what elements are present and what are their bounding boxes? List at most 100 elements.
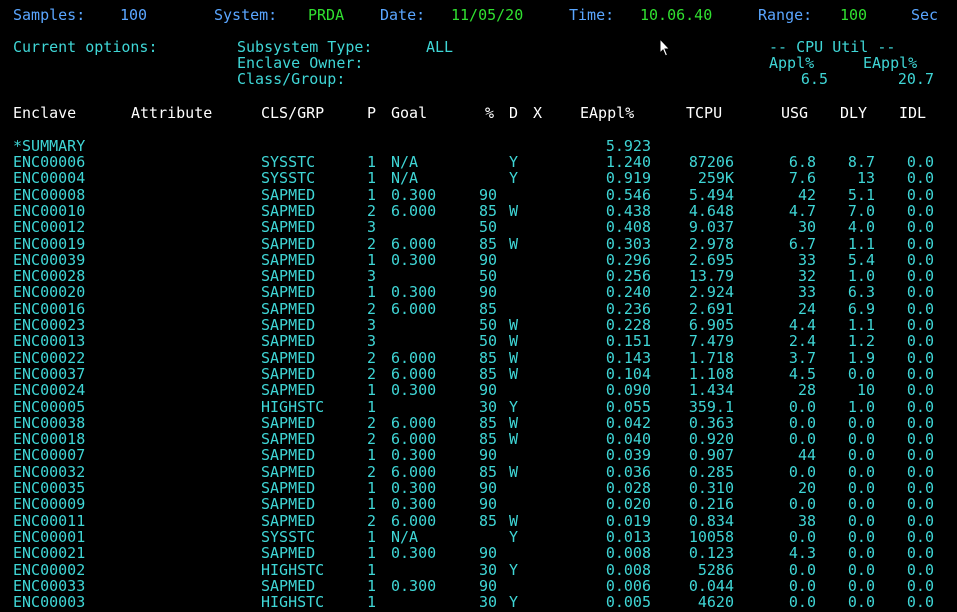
enclave-name[interactable]: ENC00013 — [13, 332, 85, 350]
period: 3 — [367, 218, 377, 236]
goal-pct: 50 — [478, 218, 497, 236]
enclave-name[interactable]: ENC00009 — [13, 495, 85, 513]
dly: 0.0 — [847, 446, 875, 464]
goal: 0.300 — [391, 577, 437, 595]
usg: 0.0 — [788, 593, 816, 611]
sec-label: Sec — [911, 6, 939, 24]
dly: 0.0 — [847, 544, 875, 562]
tcpu: 259K — [697, 169, 734, 187]
goal-pct: 30 — [478, 593, 497, 611]
usg: 4.3 — [788, 544, 816, 562]
usg: 33 — [797, 283, 816, 301]
goal: 6.000 — [391, 202, 437, 220]
col-attribute[interactable]: Attribute — [131, 104, 212, 122]
goal: 0.300 — [391, 495, 437, 513]
enclave-name[interactable]: ENC00020 — [13, 283, 85, 301]
col-goal[interactable]: Goal — [391, 104, 427, 122]
dly: 4.0 — [847, 218, 875, 236]
tcpu: 0.123 — [688, 544, 734, 562]
enclave-name[interactable]: ENC00021 — [13, 544, 85, 562]
goal: 0.300 — [391, 251, 437, 269]
enclave-name[interactable]: ENC00003 — [13, 593, 85, 611]
delay-flag: W — [509, 235, 519, 253]
cls-grp: SAPMED — [261, 544, 316, 562]
col-x[interactable]: X — [533, 104, 542, 122]
goal-pct: 90 — [478, 495, 497, 513]
system-value: PRDA — [308, 6, 345, 24]
dly: 0.0 — [847, 593, 875, 611]
cls-grp: SAPMED — [261, 332, 316, 350]
tcpu: 4620 — [697, 593, 734, 611]
dly: 1.2 — [847, 332, 875, 350]
goal-pct: 50 — [478, 332, 497, 350]
usg: 0.0 — [788, 495, 816, 513]
cls-grp: SAPMED — [261, 446, 316, 464]
eappl-pct: 0.008 — [605, 544, 651, 562]
col-cls-grp[interactable]: CLS/GRP — [261, 104, 324, 122]
eappl-pct: 0.151 — [605, 332, 651, 350]
delay-flag: W — [509, 365, 519, 383]
eappl-pct: 0.240 — [605, 283, 651, 301]
goal: 0.300 — [391, 381, 437, 399]
delay-flag: W — [509, 202, 519, 220]
current-options-label: Current options: — [13, 38, 158, 56]
appl-pct-value: 6.5 — [800, 70, 828, 88]
col-tcpu[interactable]: TCPU — [686, 104, 722, 122]
tcpu: 0.907 — [688, 446, 734, 464]
range-value: 100 — [840, 6, 868, 24]
enclave-name[interactable]: ENC00024 — [13, 381, 85, 399]
col-p[interactable]: P — [367, 104, 376, 122]
usg: 30 — [797, 218, 816, 236]
idl: 0.0 — [906, 169, 934, 187]
col-idl[interactable]: IDL — [899, 104, 926, 122]
idl: 0.0 — [906, 593, 934, 611]
usg: 7.6 — [788, 169, 816, 187]
samples-label: Samples: — [13, 6, 86, 24]
dly: 6.3 — [847, 283, 875, 301]
usg: 2.4 — [788, 332, 816, 350]
range-label: Range: — [758, 6, 813, 24]
eappl-pct: 0.090 — [605, 381, 651, 399]
eappl-pct: 0.919 — [605, 169, 651, 187]
eappl-pct-value: 20.7 — [897, 70, 934, 88]
goal-pct: 85 — [478, 512, 497, 530]
enclave-name[interactable]: ENC00012 — [13, 218, 85, 236]
delay-flag: W — [509, 430, 519, 448]
eappl-pct: 0.005 — [605, 593, 651, 611]
cls-grp: SAPMED — [261, 283, 316, 301]
delay-flag: Y — [509, 561, 519, 579]
col-pct[interactable]: % — [485, 104, 494, 122]
eappl-pct: 0.408 — [605, 218, 651, 236]
col-dly[interactable]: DLY — [840, 104, 867, 122]
enclave-name[interactable]: ENC00004 — [13, 169, 85, 187]
goal: 0.300 — [391, 544, 437, 562]
eappl-pct: 0.039 — [605, 446, 651, 464]
idl: 0.0 — [906, 495, 934, 513]
goal: 0.300 — [391, 446, 437, 464]
col-usg[interactable]: USG — [781, 104, 808, 122]
subsystem-type-value[interactable]: ALL — [426, 38, 453, 56]
idl: 0.0 — [906, 218, 934, 236]
idl: 0.0 — [906, 283, 934, 301]
goal-pct: 90 — [478, 544, 497, 562]
delay-flag: Y — [509, 169, 519, 187]
period: 1 — [367, 544, 377, 562]
col-d[interactable]: D — [509, 104, 518, 122]
col-eappl[interactable]: EAppl% — [580, 104, 634, 122]
time-label: Time: — [569, 6, 615, 24]
usg: 44 — [797, 446, 816, 464]
cls-grp: SYSSTC — [261, 169, 316, 187]
usg: 28 — [797, 381, 816, 399]
enclave-name[interactable]: ENC00007 — [13, 446, 85, 464]
period: 1 — [367, 593, 377, 611]
time-value: 10.06.40 — [640, 6, 713, 24]
goal: N/A — [391, 169, 419, 187]
goal: 0.300 — [391, 283, 437, 301]
period: 1 — [367, 169, 377, 187]
idl: 0.0 — [906, 544, 934, 562]
eappl-pct: 0.020 — [605, 495, 651, 513]
col-enclave[interactable]: Enclave — [13, 104, 76, 122]
date-label: Date: — [380, 6, 426, 24]
goal: 6.000 — [391, 300, 437, 318]
delay-flag: Y — [509, 593, 519, 611]
